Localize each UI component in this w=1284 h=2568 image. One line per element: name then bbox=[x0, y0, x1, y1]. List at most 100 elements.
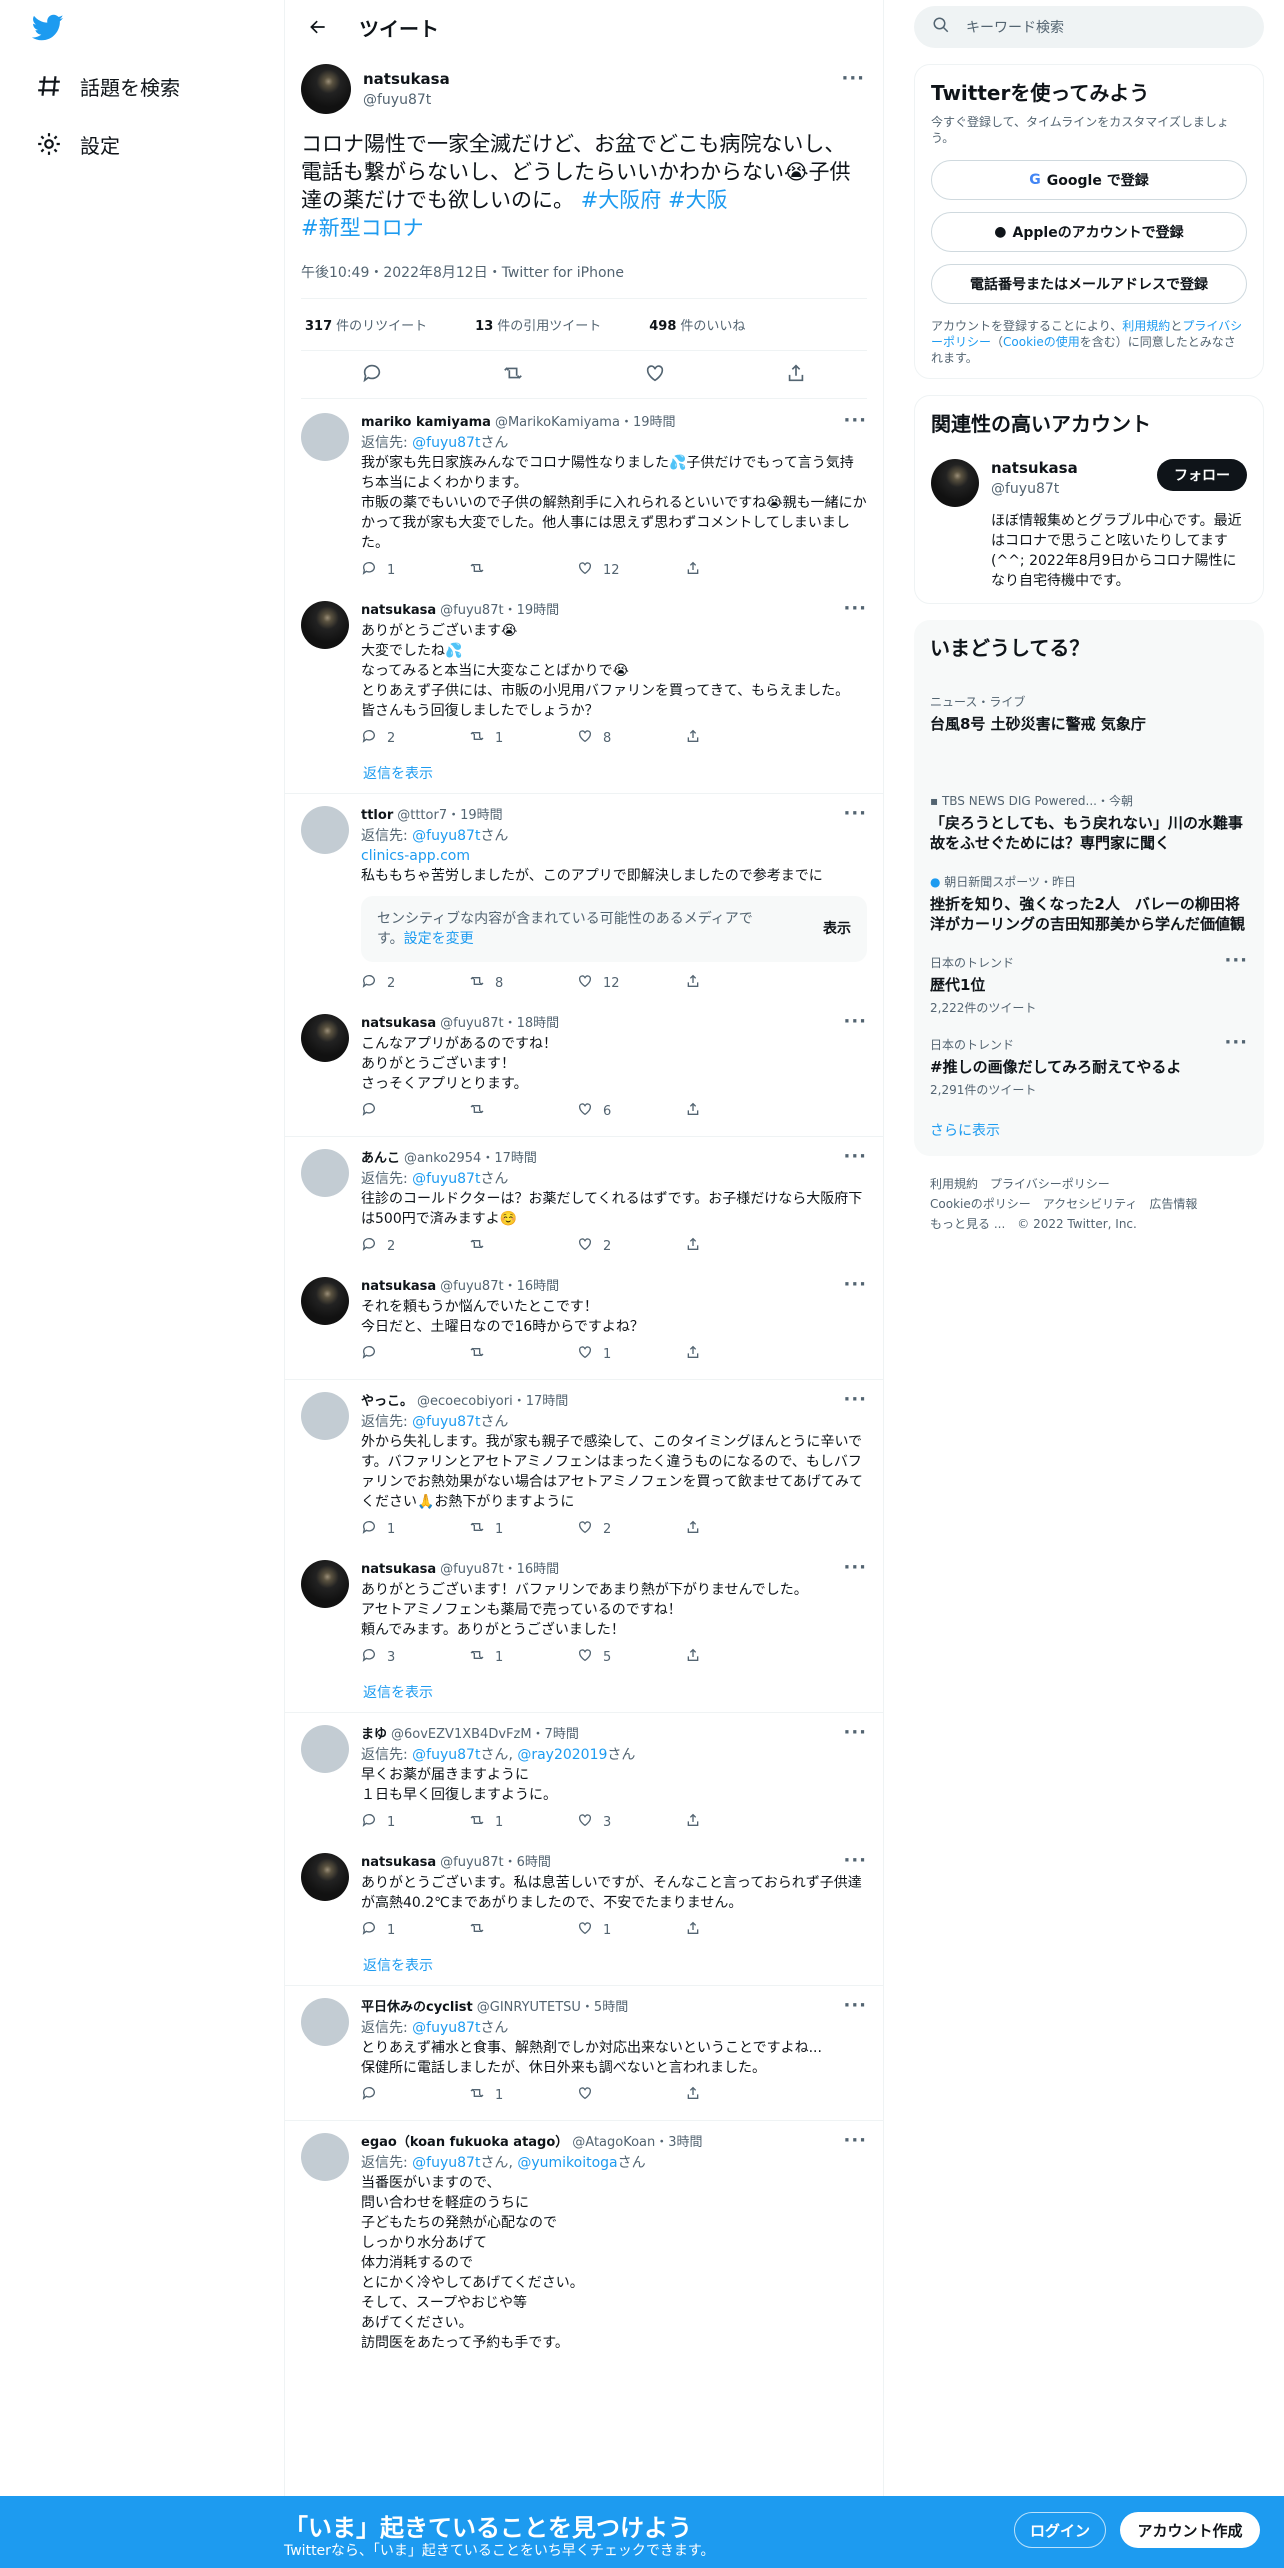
share-button[interactable] bbox=[685, 973, 793, 996]
reply-button[interactable]: 2 bbox=[361, 1236, 469, 1259]
like-button[interactable]: 6 bbox=[577, 1101, 685, 1124]
like-button[interactable] bbox=[577, 2085, 685, 2108]
share-button[interactable] bbox=[685, 1519, 793, 1542]
reply-author-handle[interactable]: @tttor7 bbox=[397, 806, 447, 826]
reply-author-handle[interactable]: @fuyu87t bbox=[440, 1277, 503, 1297]
like-button[interactable]: 12 bbox=[577, 973, 685, 996]
more-icon[interactable]: ··· bbox=[843, 1558, 867, 1578]
reply-tweet[interactable]: ··· natsukasa @fuyu87t ・18時間 こんなアプリがあるのですね！ … bbox=[285, 1002, 883, 1130]
mention-link[interactable]: @fuyu87t bbox=[412, 828, 480, 844]
show-replies-link[interactable]: 返信を表示 bbox=[285, 1949, 883, 1985]
reply-author-handle[interactable]: @ecoecobiyori bbox=[417, 1392, 513, 1412]
more-icon[interactable]: ··· bbox=[843, 1851, 867, 1871]
retweet-button[interactable] bbox=[469, 1920, 577, 1943]
trend-item[interactable]: ··· 日本のトレンド 歴代1位 2,222件のツイート bbox=[930, 944, 1248, 1026]
retweet-button[interactable]: 1 bbox=[469, 1519, 577, 1542]
avatar[interactable] bbox=[931, 459, 979, 507]
reply-author-name[interactable]: ttlor bbox=[361, 806, 393, 826]
reply-time[interactable]: ・17時間 bbox=[513, 1392, 569, 1412]
hashtag-link[interactable]: #大阪 bbox=[668, 188, 728, 212]
more-icon[interactable]: ··· bbox=[843, 1012, 867, 1032]
reply-tweet[interactable]: ··· 平日休みのcyclist @GINRYUTETSU ・5時間 返信先: @fuy… bbox=[285, 1986, 883, 2114]
follow-button[interactable]: フォロー bbox=[1157, 459, 1247, 491]
avatar[interactable] bbox=[301, 1998, 349, 2046]
more-icon[interactable]: ··· bbox=[843, 1723, 867, 1743]
reply-author-name[interactable]: natsukasa bbox=[361, 1560, 436, 1580]
avatar[interactable] bbox=[301, 2133, 349, 2181]
author-name[interactable]: natsukasa bbox=[363, 70, 450, 88]
reply-author-name[interactable]: natsukasa bbox=[361, 1853, 436, 1873]
like-icon[interactable] bbox=[644, 362, 666, 388]
share-button[interactable] bbox=[685, 1812, 793, 1835]
reply-icon[interactable] bbox=[361, 362, 383, 388]
mention-link[interactable]: @ray202019 bbox=[517, 1747, 607, 1763]
twitter-logo-icon[interactable] bbox=[31, 14, 66, 44]
reply-time[interactable]: ・3時間 bbox=[655, 2133, 702, 2153]
reply-button[interactable] bbox=[361, 1101, 469, 1124]
change-settings-link[interactable]: 設定を変更 bbox=[404, 931, 474, 947]
reply-time[interactable]: ・16時間 bbox=[504, 1560, 560, 1580]
more-icon[interactable]: ··· bbox=[843, 411, 867, 431]
related-name[interactable]: natsukasa bbox=[991, 459, 1078, 477]
hashtag-link[interactable]: #新型コロナ bbox=[301, 216, 424, 240]
back-arrow-icon[interactable] bbox=[303, 12, 333, 42]
trend-item[interactable]: ··· 日本のトレンド #推しの画像だしてみろ耐えてやるよ 2,291件のツイート bbox=[930, 1026, 1248, 1108]
quote-count[interactable]: 13 件の引用ツイート bbox=[475, 315, 625, 334]
cookie-link[interactable]: Cookieの使用 bbox=[1003, 335, 1080, 349]
more-icon[interactable]: ··· bbox=[843, 1275, 867, 1295]
reply-button[interactable]: 1 bbox=[361, 560, 469, 583]
retweet-button[interactable]: 1 bbox=[469, 2085, 577, 2108]
login-button[interactable]: ログイン bbox=[1014, 2512, 1106, 2548]
share-button[interactable] bbox=[685, 1920, 793, 1943]
like-count[interactable]: 498 件のいいね bbox=[649, 315, 769, 334]
share-button[interactable] bbox=[685, 560, 793, 583]
avatar[interactable] bbox=[301, 413, 349, 461]
avatar[interactable] bbox=[301, 806, 349, 854]
like-button[interactable]: 2 bbox=[577, 1519, 685, 1542]
share-button[interactable] bbox=[685, 1101, 793, 1124]
like-button[interactable]: 5 bbox=[577, 1647, 685, 1670]
terms-link[interactable]: 利用規約 bbox=[1122, 319, 1170, 333]
reply-time[interactable]: ・6時間 bbox=[504, 1853, 551, 1873]
reply-author-name[interactable]: まゆ bbox=[361, 1725, 387, 1745]
reply-button[interactable]: 2 bbox=[361, 973, 469, 996]
reply-tweet[interactable]: ··· あんこ @anko2954 ・17時間 返信先: @fuyu87tさん 往診のコー… bbox=[285, 1137, 883, 1265]
avatar[interactable] bbox=[301, 1392, 349, 1440]
more-icon[interactable]: ··· bbox=[843, 2131, 867, 2151]
show-media-button[interactable]: 表示 bbox=[823, 919, 851, 939]
reply-time[interactable]: ・19時間 bbox=[504, 601, 560, 621]
retweet-button[interactable]: 1 bbox=[469, 1812, 577, 1835]
search-box[interactable]: キーワード検索 bbox=[914, 6, 1264, 48]
avatar[interactable] bbox=[301, 1853, 349, 1901]
reply-author-name[interactable]: natsukasa bbox=[361, 1277, 436, 1297]
retweet-icon[interactable] bbox=[502, 362, 524, 388]
reply-tweet[interactable]: ··· やっこ。 @ecoecobiyori ・17時間 返信先: @fuyu87tさん… bbox=[285, 1380, 883, 1548]
reply-author-handle[interactable]: @anko2954 bbox=[404, 1149, 481, 1169]
trend-item[interactable]: ● 朝日新聞スポーツ・昨日 挫折を知り、強くなった2人 バレーの柳田将洋がカーリン… bbox=[930, 863, 1248, 944]
search-input[interactable]: キーワード検索 bbox=[966, 17, 1064, 37]
like-button[interactable]: 8 bbox=[577, 728, 685, 751]
avatar[interactable] bbox=[301, 1149, 349, 1197]
like-button[interactable]: 12 bbox=[577, 560, 685, 583]
nav-explore[interactable]: 話題を検索 bbox=[34, 62, 180, 110]
reply-button[interactable]: 3 bbox=[361, 1647, 469, 1670]
mention-link[interactable]: @fuyu87t bbox=[412, 2155, 480, 2171]
reply-button[interactable] bbox=[361, 1344, 469, 1367]
more-icon[interactable]: ··· bbox=[843, 599, 867, 619]
mention-link[interactable]: @fuyu87t bbox=[412, 1747, 480, 1763]
retweet-button[interactable]: 8 bbox=[469, 973, 577, 996]
reply-author-handle[interactable]: @fuyu87t bbox=[440, 1853, 503, 1873]
mention-link[interactable]: @fuyu87t bbox=[412, 1171, 480, 1187]
retweet-button[interactable] bbox=[469, 560, 577, 583]
share-button[interactable] bbox=[685, 728, 793, 751]
reply-author-handle[interactable]: @fuyu87t bbox=[440, 1014, 503, 1034]
reply-time[interactable]: ・16時間 bbox=[504, 1277, 560, 1297]
tweet-meta[interactable]: 午後10:49・2022年8月12日・Twitter for iPhone bbox=[301, 262, 867, 299]
reply-author-name[interactable]: 平日休みのcyclist bbox=[361, 1998, 473, 2018]
like-button[interactable]: 3 bbox=[577, 1812, 685, 1835]
trend-item[interactable]: ▪ TBS NEWS DIG Powered...・今朝 「戻ろうとしても、もう戻… bbox=[930, 782, 1248, 863]
more-icon[interactable]: ··· bbox=[843, 804, 867, 824]
footer-links[interactable]: Cookieのポリシー アクセシビリティ 広告情報 bbox=[930, 1194, 1264, 1214]
like-button[interactable]: 1 bbox=[577, 1344, 685, 1367]
reply-time[interactable]: ・19時間 bbox=[447, 806, 503, 826]
